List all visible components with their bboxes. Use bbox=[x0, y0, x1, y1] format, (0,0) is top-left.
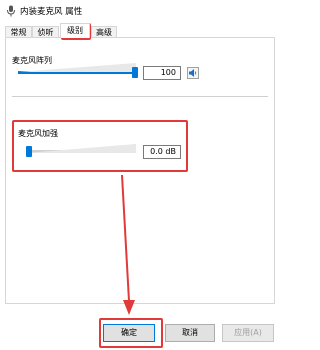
cancel-button[interactable]: 取消 bbox=[165, 324, 215, 342]
mute-toggle-button[interactable] bbox=[187, 67, 199, 79]
title-bar: 内装麦克风 属性 bbox=[0, 0, 280, 22]
tab-levels[interactable]: 级别 bbox=[60, 23, 90, 38]
microphone-icon bbox=[7, 5, 15, 17]
mic-array-slider-ticks bbox=[18, 63, 136, 72]
ok-button[interactable]: 确定 bbox=[103, 324, 155, 342]
window-title: 内装麦克风 属性 bbox=[20, 7, 83, 17]
speaker-icon bbox=[189, 69, 197, 77]
group-separator bbox=[12, 96, 268, 97]
mic-array-slider-thumb[interactable] bbox=[132, 67, 138, 78]
apply-button[interactable]: 应用(A) bbox=[222, 324, 274, 342]
mic-array-value[interactable]: 100 bbox=[143, 66, 181, 80]
annotation-boost-highlight bbox=[12, 120, 188, 172]
